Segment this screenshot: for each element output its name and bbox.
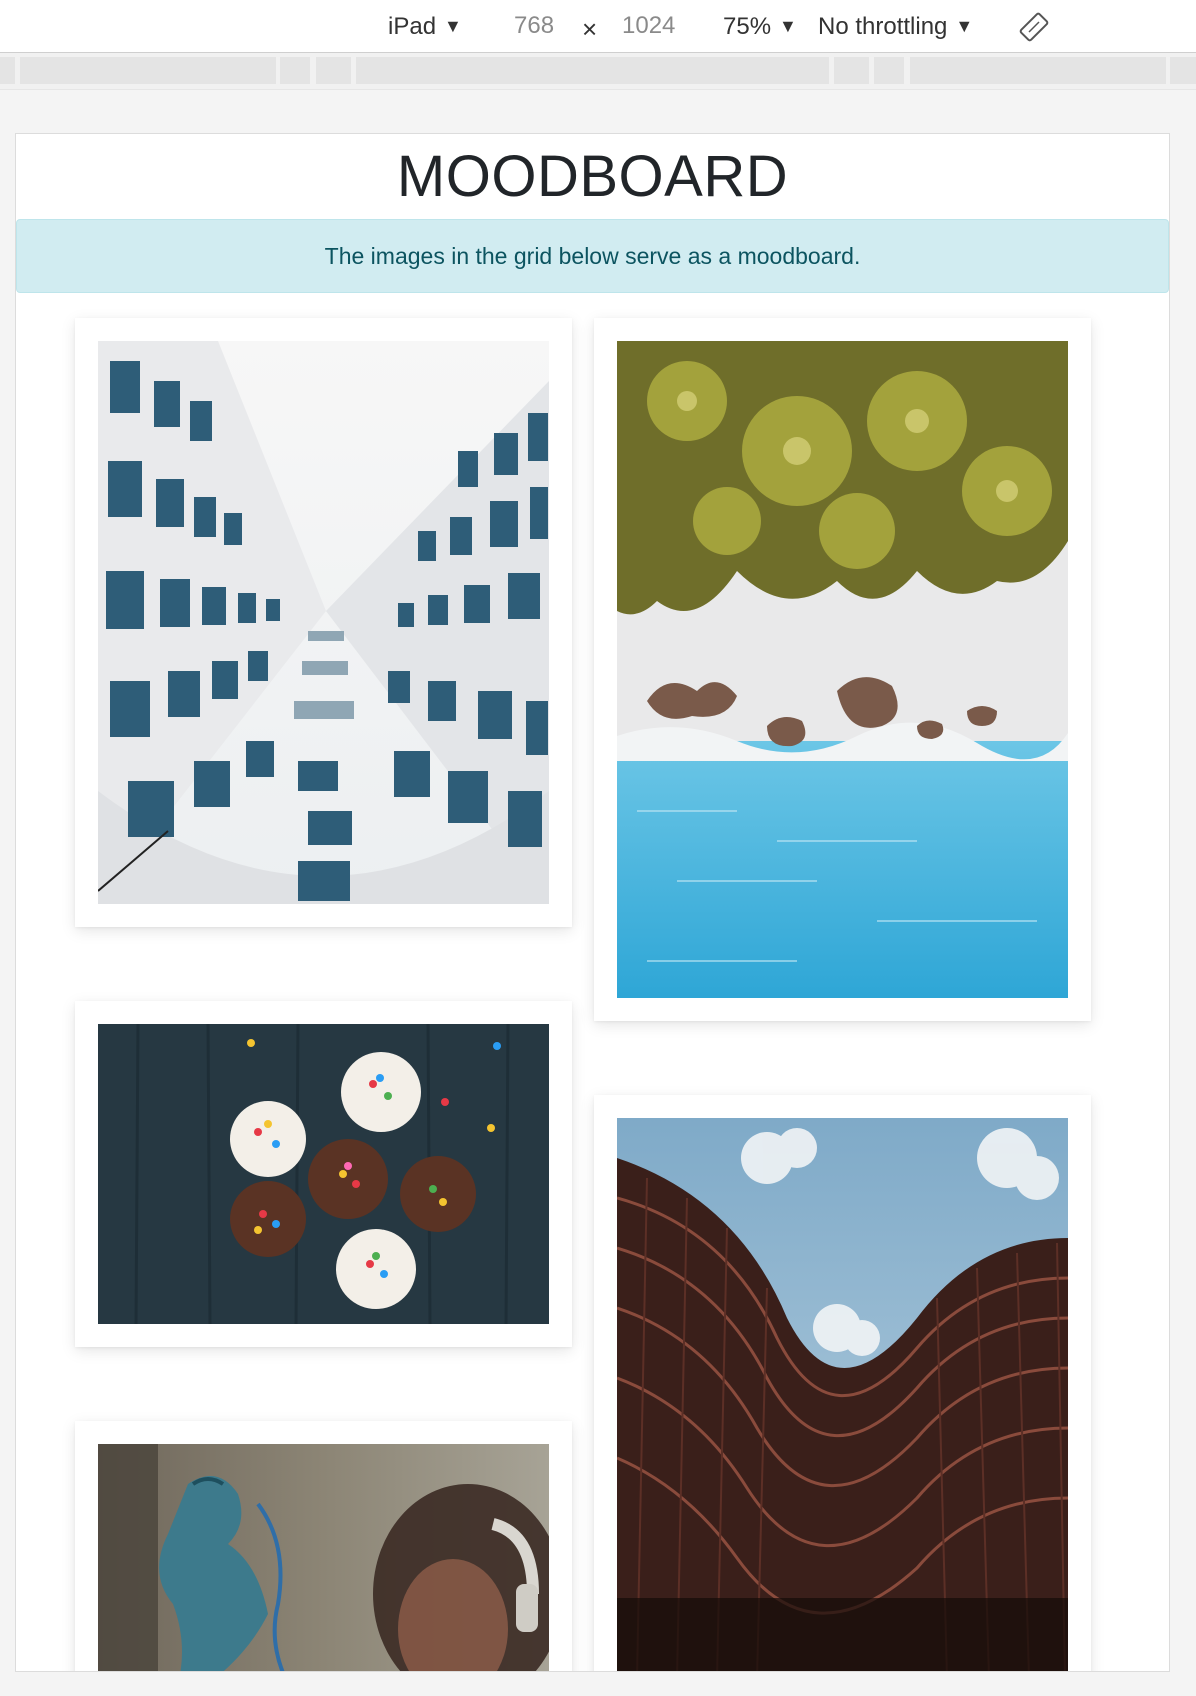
media-query-segment[interactable] [874, 57, 904, 84]
device-toolbar: iPad ▼ 768 × 1024 75% ▼ No throttling ▼ [0, 0, 1196, 53]
throttling-select[interactable]: No throttling ▼ [818, 11, 973, 42]
beach-palms-photo [617, 341, 1068, 998]
image-card [75, 1001, 572, 1347]
device-label: iPad [388, 13, 437, 40]
media-query-segment[interactable] [0, 57, 15, 84]
image-card [594, 1095, 1091, 1671]
building-windows-photo [98, 341, 549, 904]
curved-building-photo [617, 1118, 1068, 1671]
times-icon: × [582, 14, 598, 44]
height-input[interactable]: 1024 [622, 11, 675, 41]
media-query-segment[interactable] [316, 57, 351, 84]
zoom-select[interactable]: 75% ▼ [723, 11, 797, 42]
media-query-segment[interactable] [356, 57, 829, 84]
width-input[interactable]: 768 [514, 11, 554, 41]
zoom-label: 75% [723, 13, 772, 40]
image-card [594, 318, 1091, 1021]
caret-down-icon: ▼ [955, 16, 974, 36]
caret-down-icon: ▼ [779, 16, 797, 36]
media-query-segment[interactable] [280, 57, 310, 84]
page-viewport: MOODBOARD The images in the grid below s… [15, 133, 1170, 1672]
graffiti-headphones-photo [98, 1444, 549, 1671]
media-query-segment[interactable] [1170, 57, 1196, 84]
media-query-segment[interactable] [834, 57, 869, 84]
media-query-segment[interactable] [910, 57, 1166, 84]
info-alert: The images in the grid below serve as a … [16, 219, 1169, 293]
rotate-icon[interactable] [1018, 11, 1050, 43]
device-select[interactable]: iPad ▼ [388, 11, 462, 42]
caret-down-icon: ▼ [444, 16, 462, 36]
image-card [75, 1421, 572, 1671]
cupcakes-photo [98, 1024, 549, 1324]
page-title: MOODBOARD [396, 144, 789, 209]
media-query-segment[interactable] [20, 57, 276, 84]
throttling-label: No throttling [818, 13, 948, 40]
image-card [75, 318, 572, 927]
media-query-bar [0, 53, 1196, 90]
